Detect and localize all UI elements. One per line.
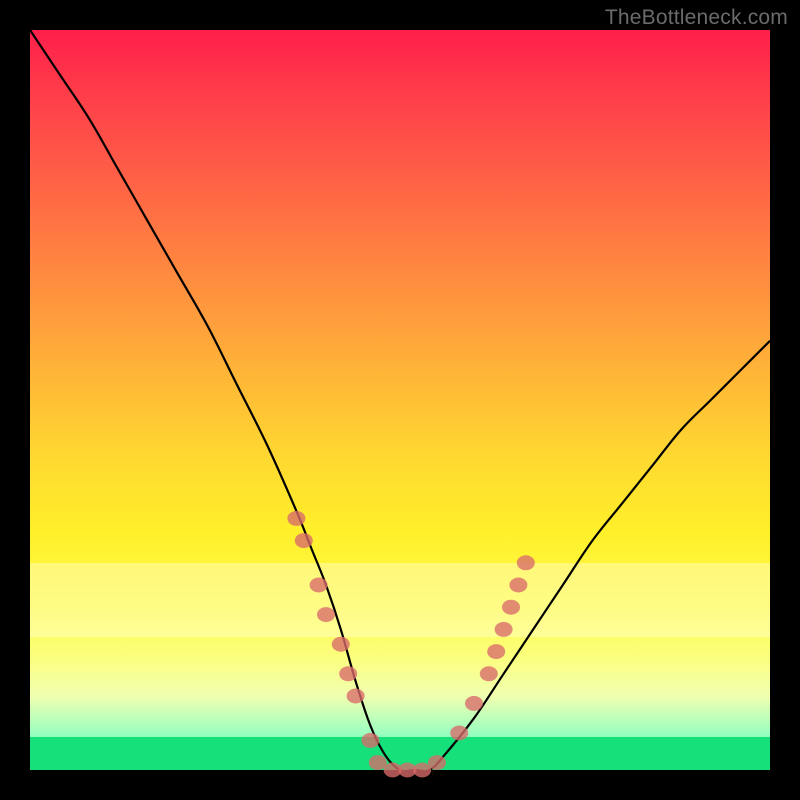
data-marker [310, 578, 328, 593]
data-marker [347, 689, 365, 704]
data-marker [487, 644, 505, 659]
data-marker [428, 755, 446, 770]
data-marker [287, 511, 305, 526]
data-marker [480, 666, 498, 681]
data-marker [332, 637, 350, 652]
attribution-text: TheBottleneck.com [605, 6, 788, 30]
chart-frame: TheBottleneck.com [0, 0, 800, 800]
data-marker [450, 726, 468, 741]
data-marker [502, 600, 520, 615]
marker-group [287, 511, 534, 778]
bottleneck-curve [30, 30, 770, 771]
data-marker [317, 607, 335, 622]
data-marker [495, 622, 513, 637]
data-marker [517, 555, 535, 570]
data-marker [509, 578, 527, 593]
data-marker [465, 696, 483, 711]
data-marker [361, 733, 379, 748]
curve-svg [30, 30, 770, 770]
plot-area [30, 30, 770, 770]
data-marker [295, 533, 313, 548]
data-marker [339, 666, 357, 681]
